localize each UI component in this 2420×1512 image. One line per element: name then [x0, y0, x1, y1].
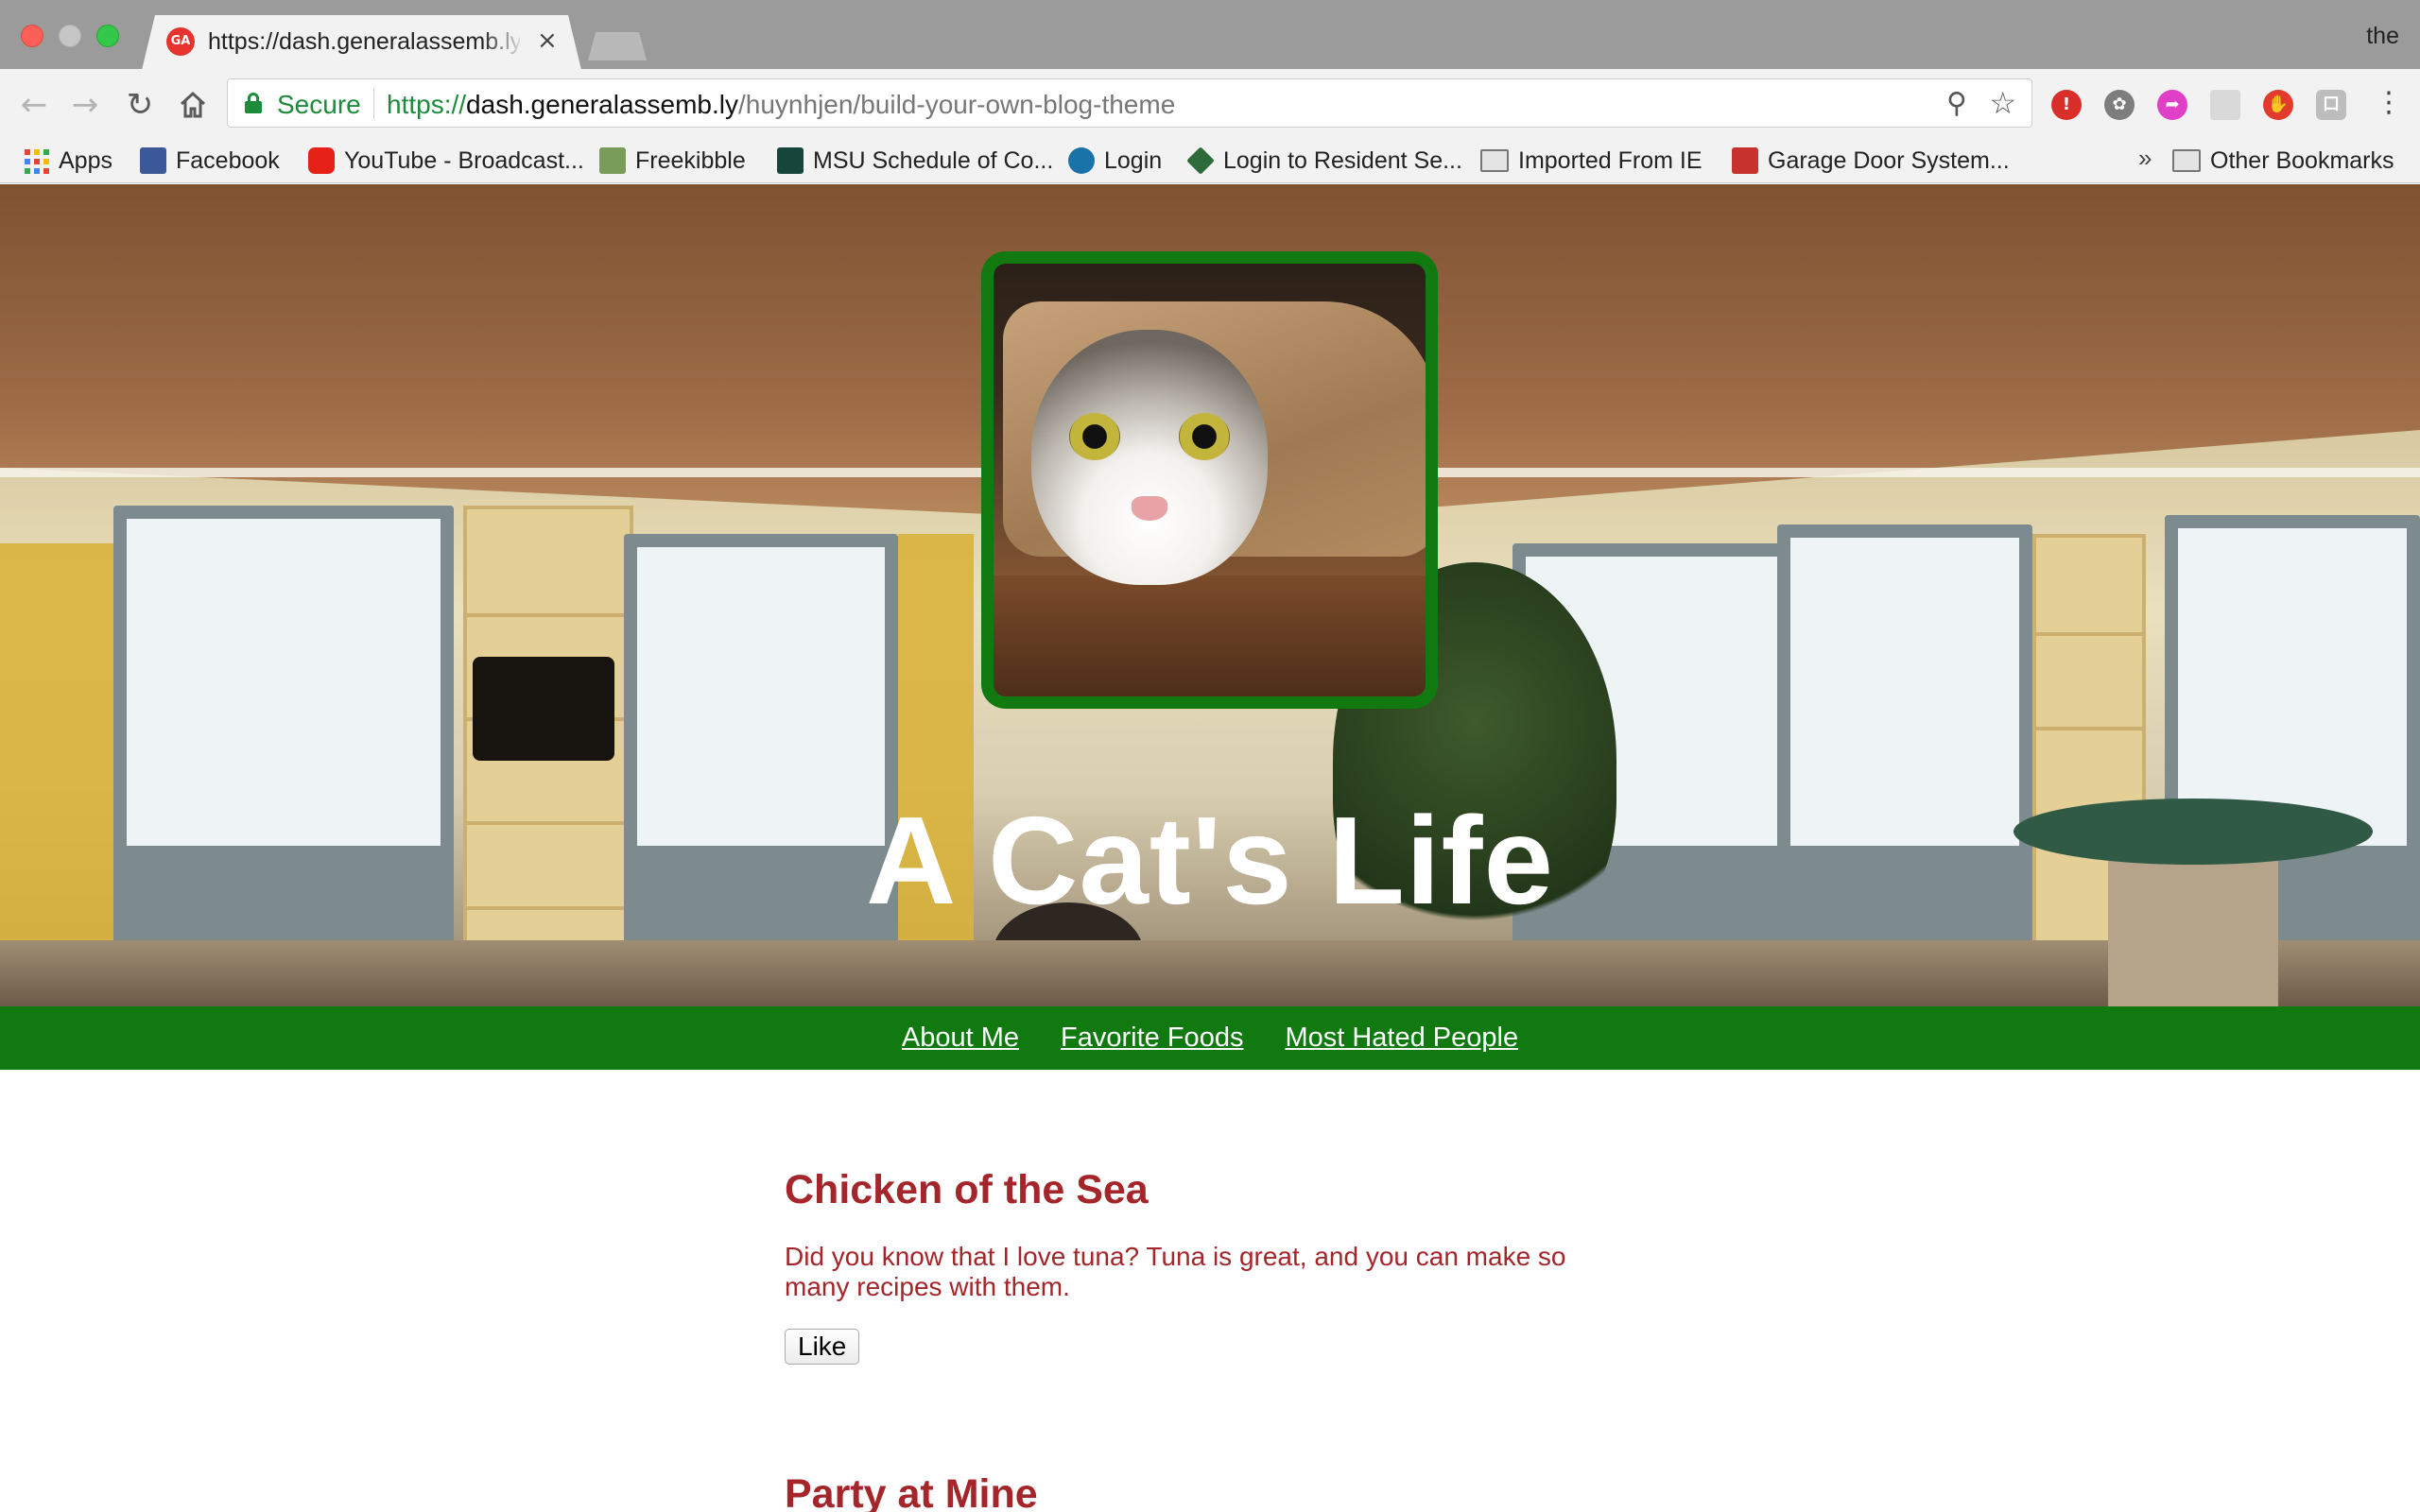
diamond-icon — [1186, 146, 1215, 175]
folder-icon — [1480, 149, 1509, 172]
bookmark-imported-from-ie[interactable]: Imported From IE — [1480, 140, 1703, 181]
url-path: /huynhjen/build-your-own-blog-theme — [738, 90, 1176, 119]
post-body: Did you know that I love tuna? Tuna is g… — [785, 1242, 1566, 1301]
bookmark-label: Apps — [59, 146, 112, 174]
post-title: Party at Mine — [785, 1471, 1038, 1512]
lock-icon — [245, 93, 262, 113]
blog-post: Chicken of the Sea Did you know that I l… — [785, 1167, 1635, 1365]
url-host: dash.generalassemb.ly — [466, 90, 738, 119]
blank-extension-icon[interactable] — [2210, 90, 2240, 120]
forward-arrow-icon[interactable]: → — [66, 86, 104, 124]
nav-link-about-me[interactable]: About Me — [902, 1022, 1019, 1054]
ga-favicon-icon: GA — [166, 27, 195, 56]
bookmark-other-bookmarks[interactable]: Other Bookmarks — [2172, 140, 2394, 181]
youtube-icon — [308, 147, 335, 174]
home-icon[interactable] — [174, 86, 212, 124]
nav-link-favorite-foods[interactable]: Favorite Foods — [1061, 1022, 1243, 1054]
bookmark-resident-services[interactable]: Login to Resident Se... — [1186, 140, 1462, 181]
facebook-icon — [140, 147, 166, 174]
tab-strip: GA https://dash.generalassemb.ly/huynhje… — [0, 0, 2420, 70]
blog-post: Party at Mine — [785, 1471, 1635, 1512]
nav-link-most-hated-people[interactable]: Most Hated People — [1285, 1022, 1518, 1054]
browser-toolbar: ← → ↻ Secure https://dash.generalassemb.… — [0, 69, 2420, 140]
url-scheme: https:// — [387, 90, 467, 119]
bookmarks-overflow-chevron-icon[interactable]: » — [2138, 144, 2152, 173]
zoom-icon[interactable]: ⚲ — [1946, 87, 1967, 120]
bookmark-label: Garage Door System... — [1768, 146, 2010, 174]
folder-icon — [2172, 149, 2201, 172]
apps-grid-icon — [23, 147, 49, 174]
new-tab-button[interactable] — [588, 32, 647, 60]
msu-spartan-icon — [777, 147, 804, 174]
minimize-window-button[interactable] — [59, 25, 81, 47]
bookmark-login[interactable]: Login — [1068, 140, 1162, 181]
header-background-image: A Cat's Life — [0, 184, 2420, 1006]
p-login-icon — [1068, 147, 1095, 174]
bookmark-label: Imported From IE — [1518, 146, 1703, 174]
bookmark-garage-door[interactable]: Garage Door System... — [1732, 140, 2010, 181]
bookmark-label: MSU Schedule of Co... — [813, 146, 1054, 174]
close-window-button[interactable] — [21, 25, 43, 47]
freekibble-icon — [599, 147, 626, 174]
profile-avatar — [981, 251, 1438, 709]
black-cat-in-cubby — [473, 657, 614, 761]
omnibox-divider — [373, 89, 374, 119]
cat-eye — [1179, 413, 1230, 460]
main-nav: About Me Favorite Foods Most Hated Peopl… — [0, 1006, 2420, 1070]
tab-close-icon[interactable]: × — [537, 26, 558, 55]
garage-door-icon — [1732, 147, 1758, 174]
bookmark-msu-schedule[interactable]: MSU Schedule of Co... — [777, 140, 1053, 181]
cat-nose — [1132, 496, 1167, 521]
browser-menu-icon[interactable]: ⋮ — [2375, 82, 2403, 124]
back-arrow-icon[interactable]: ← — [15, 86, 53, 124]
reload-icon[interactable]: ↻ — [121, 86, 159, 124]
bookmark-facebook[interactable]: Facebook — [140, 140, 280, 181]
bookmark-label: Login — [1104, 146, 1163, 174]
maximize-window-button[interactable] — [96, 25, 119, 47]
page-viewport: A Cat's Life About Me Favorite Foods Mos… — [0, 184, 2420, 1512]
tab-title-fade — [482, 23, 525, 60]
cat-face — [1031, 330, 1268, 585]
bookmark-label: Login to Resident Se... — [1223, 146, 1462, 174]
film-reel-icon[interactable]: ✿ — [2104, 90, 2135, 120]
pink-arrow-icon[interactable]: ➦ — [2157, 90, 2187, 120]
secure-label: Secure — [277, 90, 361, 119]
adblock-hand-icon[interactable]: ✋ — [2263, 90, 2293, 120]
url-text[interactable]: https://dash.generalassemb.ly/huynhjen/b… — [387, 90, 1175, 120]
post-title: Chicken of the Sea — [785, 1167, 1149, 1212]
address-bar[interactable]: Secure https://dash.generalassemb.ly/huy… — [227, 78, 2032, 128]
bookmarks-bar: Apps Facebook YouTube - Broadcast... Fre… — [0, 140, 2420, 183]
bookmark-label: Other Bookmarks — [2210, 146, 2394, 174]
bookmark-freekibble[interactable]: Freekibble — [599, 140, 746, 181]
bookmark-label: YouTube - Broadcast... — [344, 146, 584, 174]
cat-eye — [1069, 413, 1120, 460]
like-button[interactable]: Like — [785, 1329, 860, 1365]
bookmark-label: Facebook — [176, 146, 280, 174]
profile-name[interactable]: the — [2366, 23, 2399, 50]
tab-title: https://dash.generalassemb.ly/huynhjen/b… — [208, 28, 520, 55]
bookmark-star-icon[interactable]: ☆ — [1989, 85, 2016, 121]
bookmark-apps[interactable]: Apps — [23, 140, 112, 181]
ublock-icon[interactable]: ! — [2051, 90, 2082, 120]
bookmark-label: Freekibble — [635, 146, 746, 174]
active-tab[interactable]: GA https://dash.generalassemb.ly/huynhje… — [142, 15, 581, 70]
bookmark-youtube[interactable]: YouTube - Broadcast... — [308, 140, 584, 181]
site-title: A Cat's Life — [866, 791, 1554, 930]
translate-icon[interactable]: 口 — [2316, 90, 2346, 120]
